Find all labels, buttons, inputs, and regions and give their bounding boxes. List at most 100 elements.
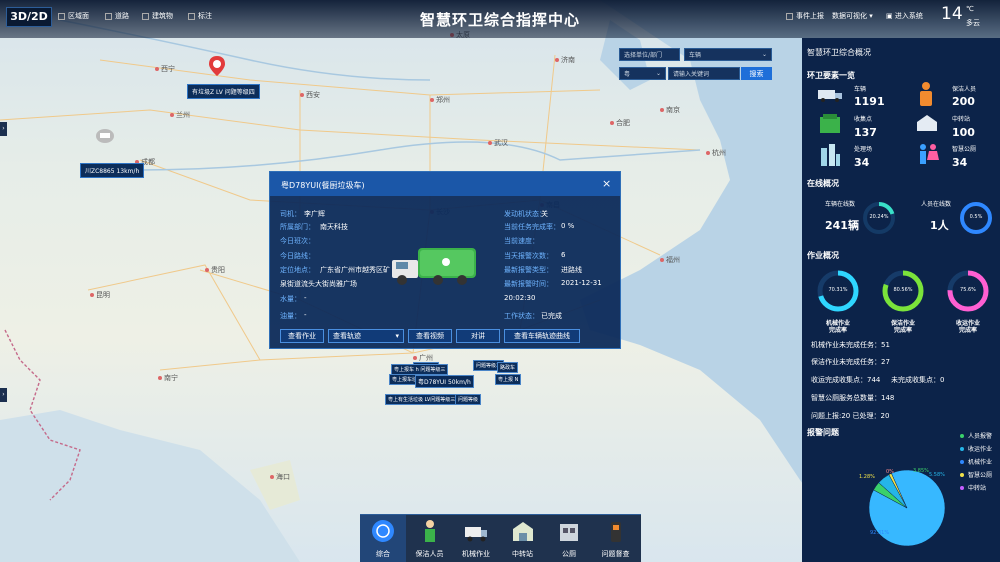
vehicle-type-select[interactable]: 车辆 ⌄ [684,48,772,61]
pie-label-1: 1.28% [859,474,875,480]
field-value: - [304,311,307,319]
enter-system-button[interactable]: ▣ 进入系统 [886,11,923,21]
map-city-label: 合肥 [610,118,630,128]
field-value: 李广辉 [304,210,325,218]
chevron-down-icon: ⌄ [655,70,661,77]
cluster-vehicle-label[interactable]: 粤上报 N [495,374,522,385]
transfer-station-label: 中转站 [952,116,971,123]
field-value: 0 % [561,222,575,230]
legend-dot-icon [960,485,964,490]
view-video-button[interactable]: 查看视频 [408,329,452,343]
alarm-marker-icon[interactable] [209,56,225,76]
map-city-label: 济南 [555,55,575,65]
vehicle-icon [818,88,842,104]
nav-transfer-station[interactable]: 中转站 [500,515,546,562]
field-value: 关 [541,210,548,218]
cleaner-count: 200 [952,95,975,108]
vehicle-count-label: 车辆 [854,86,867,93]
data-visual-dropdown[interactable]: 数据可视化 ▾ [832,11,873,21]
field-value: 南天科技 [320,223,348,231]
field-label: 水量： [280,295,301,303]
pie-legend-item: 机械作业 [960,457,992,466]
vehicle-online-value: 241辆 [825,219,859,232]
alarm-marker-label[interactable]: 有垃圾Z LV 问题等级四 [187,84,260,99]
nav-overview[interactable]: 综合 [360,515,406,562]
field-value: 泉街道流头大街尚雅广场 [280,280,357,288]
pie-legend-item: 中转站 [960,483,986,492]
work-stat-line: 收运完成收集点：744 [811,376,881,384]
work-stat-line: 保洁作业未完成任务：27 [811,358,890,366]
legend-dot-icon [960,459,964,464]
ring-percentage: 75.6% [960,287,976,293]
field-value: 已完成 [541,312,562,320]
temperature-unit: ℃ [966,5,974,13]
left-panel-expand-icon-2[interactable]: › [0,388,7,402]
unit-select[interactable]: 选择单位/部门 [619,48,680,61]
toilet-icon [917,144,939,168]
truck-icon [464,519,488,543]
pie-legend-item: 人员报警 [960,431,992,440]
temperature: 14 [941,4,963,24]
cluster-vehicle-label[interactable]: 问题等级 [455,394,482,405]
treatment-plant-label: 处理场 [854,146,873,153]
map-city-label: 贵阳 [205,265,225,275]
nav-cleaners[interactable]: 保洁人员 [407,515,453,562]
staff-online-ring: 0.5% [959,201,993,235]
field-label: 最新报警时间： [504,280,553,288]
vehicle-marker-label[interactable]: 川ZC8865 13km/h [80,163,145,178]
bottom-navigation: 综合 保洁人员 机械作业 中转站 公厕 问题督查 [360,514,641,562]
search-button[interactable]: 搜索 [741,67,772,80]
station-icon [511,519,535,543]
ring-label: 收运作业 完成率 [955,320,980,334]
weather-condition: 多云 [966,19,980,27]
pie-label-5: 92.31% [870,530,890,536]
vehicle-cluster[interactable]: 粤D78YUI 50km/h粤上报车粤上报车 h 问题等级三问题等级三路政车粤上… [385,354,525,406]
nav-machinery[interactable]: 机械作业 [453,515,499,562]
vehicle-marker-icon[interactable] [96,128,114,144]
field-label: 当前速度： [504,237,539,245]
staff-online-pct: 0.5% [969,214,983,220]
field-label: 司机： [280,210,301,218]
field-value: 20:02:30 [504,294,536,302]
left-panel-expand-icon[interactable]: › [0,122,7,136]
field-label: 当前任务完成率： [504,223,560,231]
cleaner-person-icon [418,519,442,543]
toilet-building-icon [557,519,581,543]
garbage-truck-icon [388,244,478,288]
ring-label: 机械作业 完成率 [825,320,850,334]
chevron-down-icon: ▾ [867,12,873,20]
map-city-label: 福州 [660,255,680,265]
work-completion-ring: 75.6% [946,269,990,313]
map-city-label: 西安 [300,90,320,100]
field-value: 广东省广州市越秀区矿 [320,266,390,274]
collection-point-icon [819,113,841,137]
plate-prefix-select[interactable]: 粤 ⌄ [619,67,666,80]
ring-percentage: 80.56% [893,287,913,293]
cluster-vehicle-label[interactable]: 粤上有生活垃圾 LV问题等级三 [385,394,459,405]
cluster-vehicle-label[interactable]: 粤D78YUI 50km/h [415,375,474,388]
cluster-vehicle-label[interactable]: 路政车 [497,362,519,373]
collection-point-label: 收集点 [854,116,873,123]
vehicle-online-pct: 20.24% [869,214,889,220]
legend-dot-icon [960,433,964,438]
event-report-toggle[interactable]: 事件上报 [786,11,824,21]
view-track-select[interactable]: 查看轨迹 ▾ [328,329,404,343]
view-work-button[interactable]: 查看作业 [280,329,324,343]
checkbox-icon[interactable] [786,12,793,20]
map-city-label: 杭州 [706,148,726,158]
field-label: 所属部门： [280,223,315,231]
nav-inspection[interactable]: 问题督查 [593,515,639,562]
nav-toilet[interactable]: 公厕 [546,515,592,562]
map-city-label: 武汉 [488,138,508,148]
ring-label: 保洁作业 完成率 [890,320,915,334]
intercom-button[interactable]: 对讲 [456,329,500,343]
map-city-label: 兰州 [170,110,190,120]
close-icon[interactable]: × [602,177,611,190]
cleaner-count-label: 保洁人员 [952,86,977,93]
online-title: 在线概况 [807,179,839,188]
work-completion-ring: 70.31% [816,269,860,313]
vehicle-count: 1191 [854,95,885,108]
work-stat-line: 问题上报:20 已处理：20 [811,412,890,420]
view-track-curve-button[interactable]: 查看车辆轨迹曲线 [504,329,580,343]
keyword-input[interactable]: 请输入关键词 [668,67,740,80]
